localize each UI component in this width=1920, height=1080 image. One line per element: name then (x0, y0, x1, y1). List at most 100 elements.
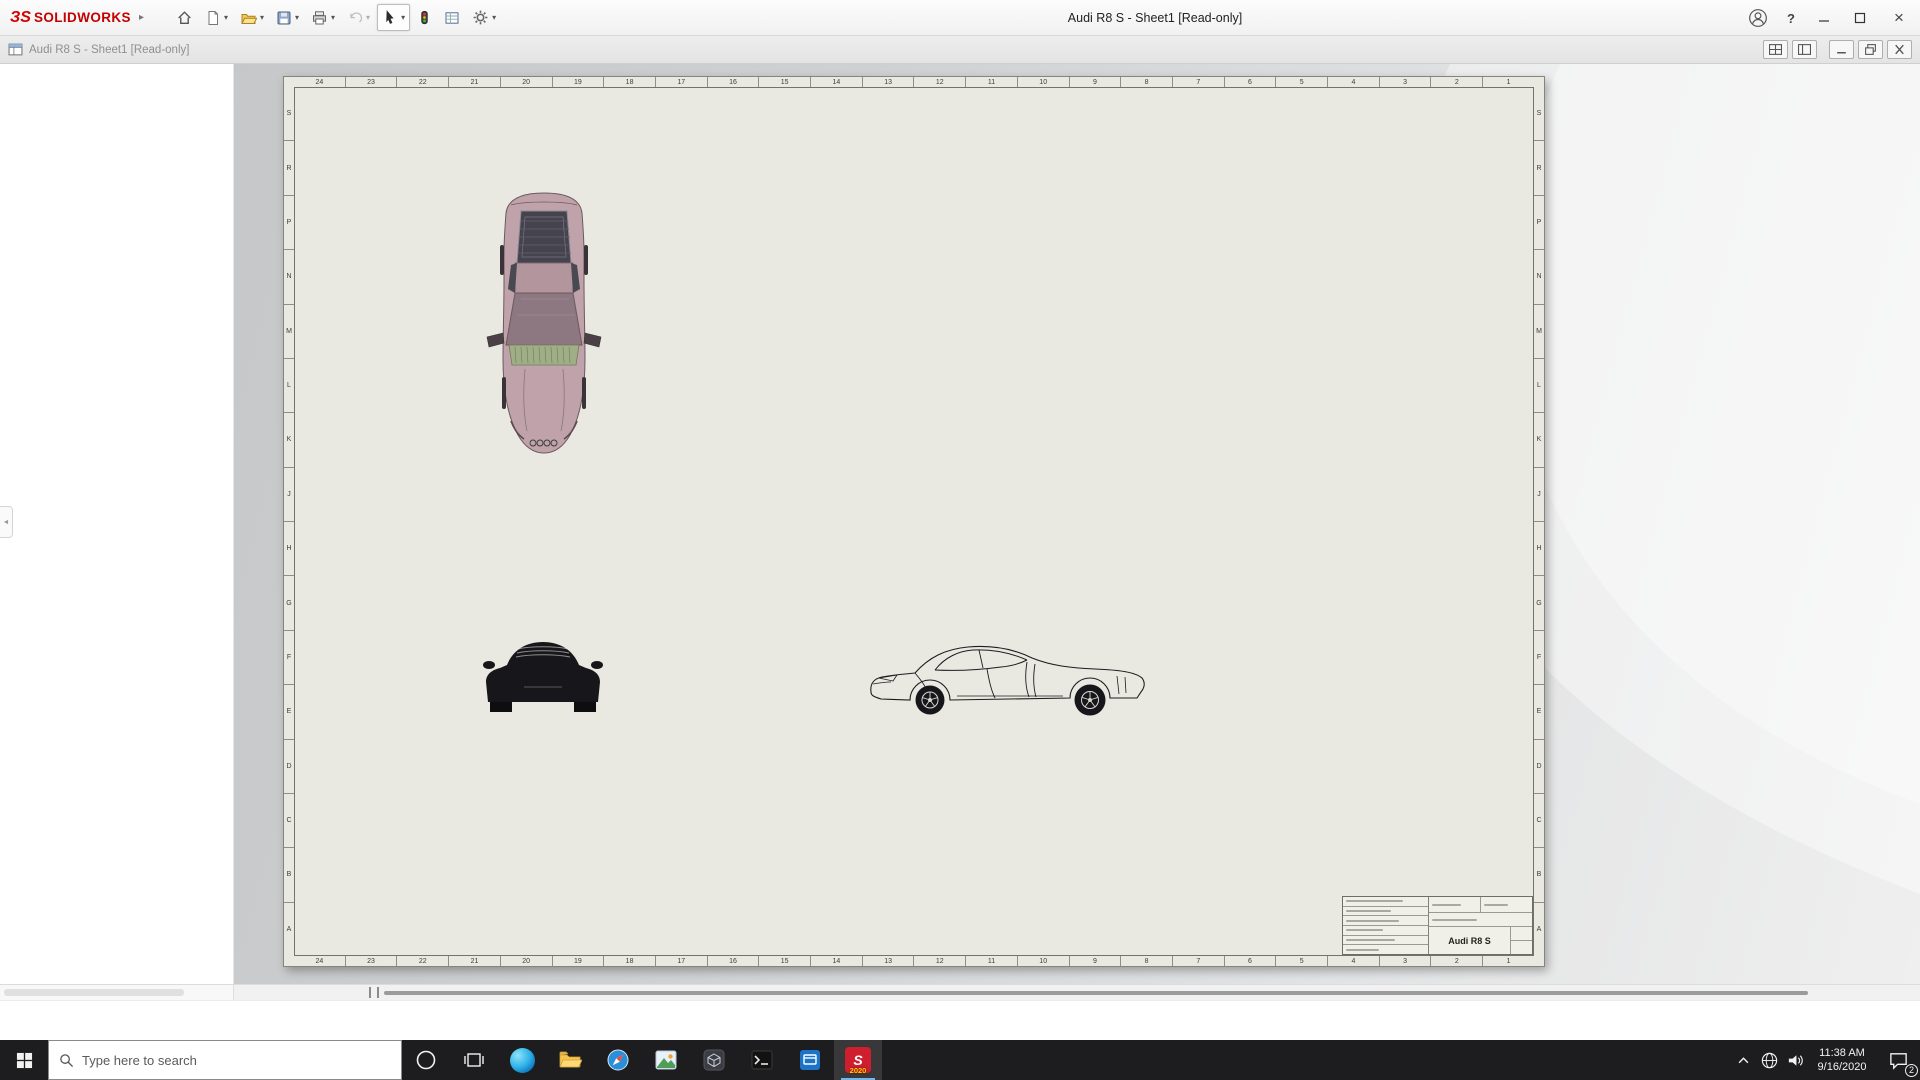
compass-browser-button[interactable] (594, 1040, 642, 1080)
graphics-viewport[interactable]: ◄ 24232221201918171615141312111098765432… (0, 64, 1920, 984)
zone-label: P (284, 196, 294, 250)
undo-button[interactable]: ▾ (342, 4, 375, 31)
start-button[interactable] (0, 1040, 48, 1080)
notification-badge: 2 (1905, 1064, 1918, 1077)
app-titlebar: ЗS SOLIDWORKS ▸ ▾ ▾ ▾ ▾ ▾ ▾ (0, 0, 1920, 36)
panel-collapse-tab[interactable]: ◄ (0, 506, 13, 538)
photos-icon (654, 1048, 678, 1072)
volume-button[interactable] (1782, 1040, 1808, 1080)
chevron-down-icon[interactable]: ▾ (295, 13, 299, 22)
search-icon (59, 1053, 74, 1068)
options-button[interactable]: ▾ (467, 4, 501, 31)
zone-label: 20 (501, 956, 553, 966)
zone-label: A (284, 903, 294, 956)
sheet-properties-button[interactable] (439, 4, 465, 31)
chevron-down-icon[interactable]: ▾ (492, 13, 496, 22)
scrollbar-thumb[interactable] (384, 991, 1808, 995)
action-center-button[interactable]: 2 (1876, 1040, 1920, 1080)
drawing-sheet[interactable]: 242322212019181716151413121110987654321 … (283, 76, 1545, 967)
blue-window-app-icon (798, 1048, 822, 1072)
new-document-button[interactable]: ▾ (200, 4, 233, 31)
zone-label: 24 (294, 77, 346, 87)
3d-viewer-button[interactable] (690, 1040, 738, 1080)
close-button[interactable]: × (1878, 0, 1920, 36)
panel-scrollbar[interactable] (0, 985, 234, 1000)
taskbar-clock[interactable]: 11:38 AM 9/16/2020 (1808, 1040, 1876, 1080)
solidworks-app-button[interactable]: S 2020 (834, 1040, 882, 1080)
maximize-button[interactable] (1842, 0, 1878, 36)
open-button[interactable]: ▾ (235, 4, 269, 31)
doc-close-button[interactable] (1887, 40, 1912, 59)
solidworks-logo[interactable]: ЗS SOLIDWORKS ▸ (0, 9, 144, 27)
home-icon (176, 9, 193, 26)
network-button[interactable] (1756, 1040, 1782, 1080)
zone-label: F (1534, 631, 1544, 685)
edge-browser-button[interactable] (498, 1040, 546, 1080)
help-button[interactable]: ? (1776, 0, 1806, 36)
car-top-view-drawing[interactable] (481, 187, 607, 459)
photos-app-button[interactable] (642, 1040, 690, 1080)
doc-restore-button[interactable] (1858, 40, 1883, 59)
zone-label: R (284, 141, 294, 195)
task-view-icon (463, 1049, 485, 1071)
zone-label: 14 (811, 77, 863, 87)
document-titlebar: Audi R8 S - Sheet1 [Read-only] (0, 36, 1920, 64)
compass-icon (606, 1048, 630, 1072)
3d-cube-icon (702, 1048, 726, 1072)
zone-label: C (284, 794, 294, 848)
zone-label: J (1534, 468, 1544, 522)
rebuild-button[interactable] (412, 4, 437, 31)
title-block-fields: Audi R8 S (1429, 897, 1532, 954)
zone-label: 19 (553, 77, 605, 87)
minimize-icon (1835, 44, 1848, 55)
car-side-view-drawing[interactable] (867, 636, 1149, 722)
menu-expand-arrow-icon[interactable]: ▸ (139, 12, 144, 23)
select-tool-button[interactable]: ▾ (377, 4, 410, 31)
car-front-view-drawing[interactable] (480, 632, 606, 716)
zone-label: 8 (1121, 956, 1173, 966)
taskbar-search[interactable] (48, 1040, 402, 1080)
zone-label: 3 (1380, 77, 1432, 87)
undo-arrow-icon (347, 10, 363, 26)
select-cursor-icon (382, 9, 398, 26)
chevron-down-icon[interactable]: ▾ (366, 13, 370, 22)
zone-label: 9 (1070, 77, 1122, 87)
panel-scrollbar-thumb[interactable] (4, 989, 184, 996)
zone-label: 5 (1276, 956, 1328, 966)
chevron-down-icon[interactable]: ▾ (224, 13, 228, 22)
account-button[interactable] (1740, 0, 1776, 36)
search-input[interactable] (82, 1053, 391, 1068)
zone-label: 2 (1431, 956, 1483, 966)
collapse-arrow-icon: ◄ (3, 519, 10, 526)
windows-logo-icon (16, 1052, 33, 1069)
chevron-down-icon[interactable]: ▾ (260, 13, 264, 22)
network-globe-icon (1760, 1051, 1779, 1070)
zone-label: 22 (397, 77, 449, 87)
file-explorer-button[interactable] (546, 1040, 594, 1080)
doc-minimize-button[interactable] (1829, 40, 1854, 59)
minimize-button[interactable] (1806, 0, 1842, 36)
caption-buttons: ? × (1740, 0, 1920, 36)
zone-label: 15 (759, 77, 811, 87)
viewport-split-button[interactable] (1763, 40, 1788, 59)
open-folder-icon (240, 10, 257, 26)
save-button[interactable]: ▾ (271, 4, 304, 31)
pane-split-handle[interactable] (369, 987, 379, 998)
chevron-down-icon[interactable]: ▾ (331, 13, 335, 22)
horizontal-scrollbar[interactable] (0, 984, 1920, 1000)
zone-label: 4 (1328, 77, 1380, 87)
viewport-single-button[interactable] (1792, 40, 1817, 59)
chevron-down-icon[interactable]: ▾ (401, 13, 405, 22)
cortana-button[interactable] (402, 1040, 450, 1080)
tray-overflow-button[interactable] (1730, 1040, 1756, 1080)
home-button[interactable] (171, 4, 198, 31)
command-prompt-button[interactable] (738, 1040, 786, 1080)
blue-window-app-button[interactable] (786, 1040, 834, 1080)
print-button[interactable]: ▾ (306, 4, 340, 31)
task-view-button[interactable] (450, 1040, 498, 1080)
feature-manager-panel (0, 64, 234, 984)
zone-label: 10 (1018, 956, 1070, 966)
zone-label: J (284, 468, 294, 522)
zone-label: C (1534, 794, 1544, 848)
sheet-drawing-area[interactable]: Audi R8 S (294, 87, 1534, 956)
